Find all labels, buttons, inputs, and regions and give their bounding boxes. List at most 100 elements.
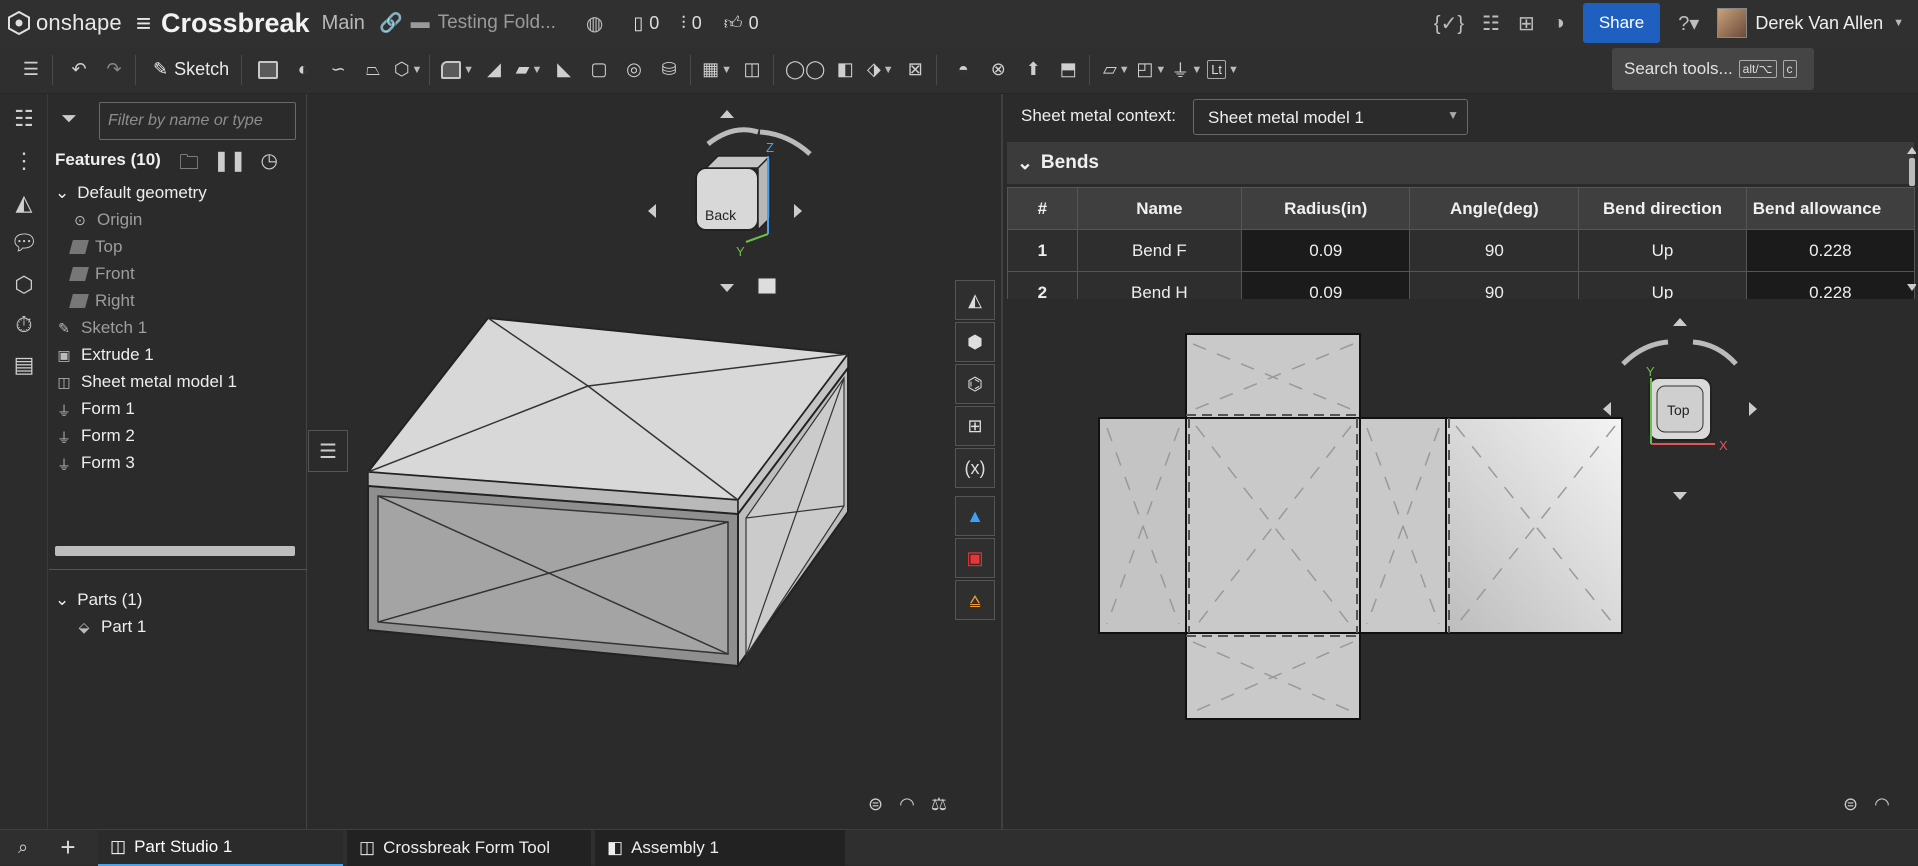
rollback-bar[interactable] [55,546,295,556]
parts-row[interactable]: ⌄ Parts (1) [55,585,142,615]
new-folder-icon[interactable]: 🗀 [179,148,199,182]
plane-row-front[interactable]: Front [69,259,135,289]
app-store-icon[interactable]: ⊞ [1518,11,1535,36]
sweep-icon[interactable]: ∽ [323,52,353,88]
chamfer-icon[interactable]: ◢ [479,52,509,88]
draft-icon[interactable]: ▰ ▼ [514,52,544,88]
loft-icon[interactable]: ⏢ [358,52,388,88]
filter-input[interactable]: Filter by name or type [99,102,296,140]
help-icon[interactable]: ?▾ [1678,11,1699,36]
mass-properties-icon[interactable]: ⊞ [955,406,995,446]
feature-row-sheet-metal[interactable]: ◫ Sheet metal model 1 [55,367,237,397]
split-icon[interactable]: ◧ [830,52,860,88]
learning-icon[interactable]: ◑ [1553,12,1565,35]
col-angle[interactable]: Angle(deg) [1409,187,1580,230]
thicken-icon[interactable]: ⬡ ▼ [393,52,423,88]
share-button[interactable]: Share [1582,3,1661,43]
undo-icon[interactable]: ↶ [64,52,94,88]
feature-row-form-3[interactable]: ⏚ Form 3 [55,448,135,478]
configurations-icon[interactable]: ⌬ [955,364,995,404]
move-face-icon[interactable]: ⬆ [1018,52,1048,88]
folder-name[interactable]: Testing Fold... [438,12,556,34]
extrude-icon[interactable] [253,52,283,88]
plane-row-top[interactable]: Top [69,232,122,262]
feature-list-rail-icon[interactable]: ☷ [10,106,38,134]
feature-list-icon[interactable]: ☰ [16,52,46,88]
table-scrollbar[interactable] [1906,144,1916,294]
shell-icon[interactable]: ▢ [584,52,614,88]
release-icon[interactable]: ☷ [1482,11,1500,36]
feature-row-form-1[interactable]: ⏚ Form 1 [55,394,135,424]
appearance-rail-icon[interactable]: ◭ [10,190,38,218]
user-menu[interactable]: Derek Van Allen ▼ [1717,8,1904,38]
modify-fillet-icon[interactable]: ◓ [948,52,978,88]
hole-icon[interactable]: ◎ [619,52,649,88]
variables-icon[interactable]: {✓} [1434,11,1464,36]
home-view-icon[interactable] [757,277,777,295]
form-icon[interactable]: ⏚ ▼ [1171,52,1202,88]
mirror-icon[interactable]: ◫ [737,52,767,88]
boolean-icon[interactable]: ◯◯ [785,52,825,88]
3d-viewport[interactable]: Back Z Y ⊜ ◠ ⚖ [308,94,1000,829]
cylinder-icon[interactable]: ⛁ [654,52,684,88]
app-layers-icon[interactable]: ⩠ [955,580,995,620]
history-icon[interactable]: ⏱ [10,312,38,340]
filter-icon[interactable]: ⏷ [61,108,77,131]
section-view-icon[interactable]: ⊜ [1843,794,1858,815]
section-view-icon[interactable]: ⊜ [868,794,883,815]
like-count[interactable]: 👍︎ 0 [724,12,759,34]
comments-icon[interactable]: 💬︎ [10,230,38,258]
delete-part-icon[interactable]: ⊠ [900,52,930,88]
col-radius[interactable]: Radius(in) [1241,187,1411,230]
view-cube-top-label[interactable]: Top [1667,402,1690,418]
tree-rail-icon[interactable]: ⋮ [10,148,38,176]
lt-button[interactable]: Lt ▼ [1207,52,1239,88]
plane-icon[interactable]: ▱ ▼ [1101,52,1131,88]
transform-icon[interactable]: ⬗ ▼ [865,52,895,88]
document-count[interactable]: ▯ 0 [633,13,659,34]
parts-rail-icon[interactable]: ⬡ [10,272,38,300]
branch-name[interactable]: Main [322,12,365,35]
render-mode-icon[interactable]: ◠ [899,794,915,815]
col-direction[interactable]: Bend direction [1578,187,1747,230]
col-allowance[interactable]: Bend allowance [1745,187,1915,230]
origin-row[interactable]: ⊙ Origin [71,205,142,235]
appearance-tool-icon[interactable]: ◭ [955,280,995,320]
tab-part-studio-1[interactable]: ◫ Part Studio 1 [98,829,343,866]
tab-crossbreak-form-tool[interactable]: ◫ Crossbreak Form Tool [347,829,591,866]
view-cube-back-label[interactable]: Back [705,207,737,223]
feature-row-extrude[interactable]: ▣ Extrude 1 [55,340,153,370]
version-count[interactable]: ⫶ 0 [681,13,702,34]
table-row[interactable]: 2 Bend H 0.09 90 Up 0.228 [1007,271,1915,299]
col-number[interactable]: # [1007,187,1078,230]
col-name[interactable]: Name [1076,187,1243,230]
redo-icon[interactable]: ↷ [99,52,129,88]
document-title[interactable]: Crossbreak [161,8,310,39]
plane-row-right[interactable]: Right [69,286,135,316]
tab-assembly-1[interactable]: ◧ Assembly 1 [595,829,845,866]
pattern-icon[interactable]: ▦ ▼ [702,52,732,88]
measure-icon[interactable]: ⚖ [931,794,947,815]
bom-icon[interactable]: ▤ [10,352,38,380]
globe-icon[interactable]: ◍ [586,11,603,36]
chevron-down-icon[interactable]: ⌄ [55,183,69,203]
render-mode-icon[interactable]: ◠ [1874,794,1890,815]
chevron-down-icon[interactable]: ⌄ [55,590,69,610]
toolbox-icon[interactable]: ▣ [955,538,995,578]
delete-face-icon[interactable]: ⊗ [983,52,1013,88]
show-feature-list-button[interactable]: ☰ [308,430,348,472]
variables-tool-icon[interactable]: (x) [955,448,995,488]
replace-face-icon[interactable]: ⬒ [1053,52,1083,88]
mate-connector-icon[interactable]: ◰ ▼ [1136,52,1166,88]
menu-icon[interactable]: ≡ [136,8,151,39]
app-a-icon[interactable]: ▲ [955,496,995,536]
pause-icon[interactable]: ❚❚ [213,148,247,182]
flat-pattern-view[interactable]: Top Y X [1003,304,1918,824]
add-tab-icon[interactable]: + [50,832,86,863]
table-row[interactable]: 1 Bend F 0.09 90 Up 0.228 [1007,229,1915,272]
parts-tool-icon[interactable]: ⬢ [955,322,995,362]
link-icon[interactable]: 🔗 [379,11,403,35]
part-row[interactable]: ⬙ Part 1 [75,612,147,642]
3d-model[interactable]: Back Z Y [308,94,1000,829]
onshape-logo[interactable]: onshape [0,10,122,36]
